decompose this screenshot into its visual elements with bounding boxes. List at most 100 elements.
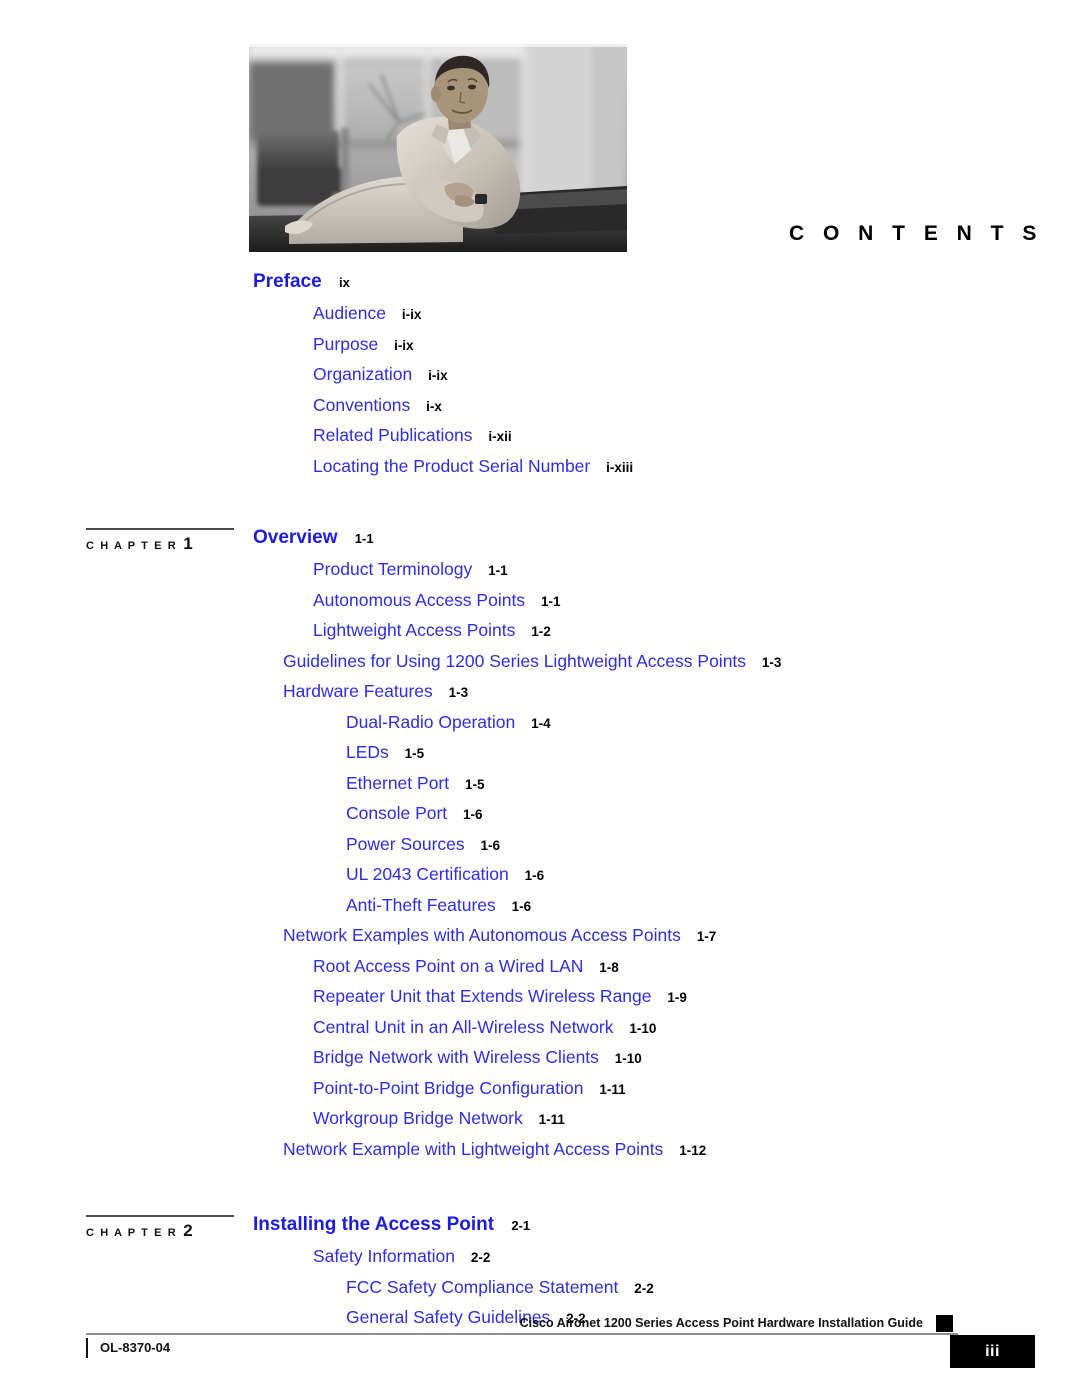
toc-entry-label: Central Unit in an All-Wireless Network	[313, 1016, 614, 1037]
toc-entry-repeater-unit[interactable]: Repeater Unit that Extends Wireless Rang…	[0, 986, 1080, 1006]
toc-entry-ethernet-port[interactable]: Ethernet Port 1-5	[0, 774, 1080, 793]
toc-entry-locating-serial-number[interactable]: Locating the Product Serial Number i-xii…	[0, 457, 1080, 476]
toc-entry-label: Organization	[313, 364, 413, 384]
footer-page-number: iii	[950, 1335, 1035, 1368]
toc-entry-page: 2-1	[511, 1218, 531, 1233]
toc-entry-label: Installing the Access Point	[253, 1214, 495, 1235]
toc-entry-label: Preface	[253, 271, 322, 292]
toc-entry-page: 1-9	[667, 990, 687, 1005]
toc-entry-page: 1-10	[614, 1051, 642, 1066]
toc-entry-page: i-ix	[394, 337, 414, 353]
toc-entry-anti-theft-features[interactable]: Anti-Theft Features 1-6	[0, 894, 1080, 915]
toc-entry-page: i-ix	[401, 307, 422, 322]
toc-entry-page: 1-3	[761, 654, 782, 670]
toc-entry-dual-radio-operation[interactable]: Dual-Radio Operation 1-4	[0, 711, 1080, 732]
toc-entry-conventions[interactable]: Conventions i-x	[0, 394, 1080, 415]
toc-entry-label: Product Terminology	[313, 559, 473, 579]
toc-entry-label: Network Examples with Autonomous Access …	[283, 925, 681, 945]
toc-entry-label: Lightweight Access Points	[313, 620, 516, 640]
toc-entry-network-examples-autonomous[interactable]: Network Examples with Autonomous Access …	[0, 925, 1080, 945]
toc-entry-page: i-x	[426, 398, 442, 414]
toc-entry-product-terminology[interactable]: Product Terminology 1-1	[0, 559, 1080, 579]
toc-entry-label: Repeater Unit that Extends Wireless Rang…	[313, 986, 652, 1006]
toc-entry-label: Anti-Theft Features	[346, 894, 496, 915]
toc-entry-page: 1-3	[448, 685, 469, 700]
toc-entry-page: 1-12	[679, 1142, 707, 1158]
toc-entry-root-access-point[interactable]: Root Access Point on a Wired LAN 1-8	[0, 955, 1080, 976]
toc-entry-ul-2043-certification[interactable]: UL 2043 Certification 1-6	[0, 864, 1080, 884]
toc-section-preface: Preface ix Audience i-ix Purpose i-ix Or…	[0, 272, 1080, 475]
toc-entry-label: Audience	[313, 303, 386, 323]
toc-entry-label: Safety Information	[313, 1246, 456, 1266]
toc-entry-console-port[interactable]: Console Port 1-6	[0, 803, 1080, 823]
hero-photo	[249, 44, 627, 252]
toc-entry-point-to-point-bridge[interactable]: Point-to-Point Bridge Configuration 1-11	[0, 1077, 1080, 1098]
toc-entry-page: 1-10	[629, 1020, 657, 1036]
toc-entry-label: LEDs	[346, 742, 389, 762]
toc-entry-page: 1-1	[488, 563, 508, 578]
page-title: C O N T E N T S	[789, 222, 1043, 245]
toc-entry-label: Root Access Point on a Wired LAN	[313, 955, 584, 976]
toc-entry-bridge-network-wireless-clients[interactable]: Bridge Network with Wireless Clients 1-1…	[0, 1047, 1080, 1067]
toc-entry-autonomous-access-points[interactable]: Autonomous Access Points 1-1	[0, 589, 1080, 610]
toc-entry-page: 1-11	[538, 1112, 565, 1127]
toc-entry-label: Bridge Network with Wireless Clients	[313, 1047, 599, 1067]
toc-entry-label: Hardware Features	[283, 681, 433, 701]
toc-entry-purpose[interactable]: Purpose i-ix	[0, 333, 1080, 354]
toc-entry-fcc-safety-compliance[interactable]: FCC Safety Compliance Statement 2-2	[0, 1276, 1080, 1297]
toc-entry-preface[interactable]: Preface ix	[0, 272, 1080, 291]
toc-entry-page: 1-2	[531, 624, 551, 639]
toc-entry-page: i-xiii	[606, 459, 634, 475]
footer-square-mark	[936, 1315, 953, 1332]
toc-entry-label: Power Sources	[346, 833, 465, 854]
toc-entry-related-publications[interactable]: Related Publications i-xii	[0, 426, 1080, 445]
toc-entry-page: 1-1	[354, 531, 374, 546]
toc-entry-installing-access-point[interactable]: Installing the Access Point 2-1	[0, 1215, 1080, 1234]
toc-entry-page: 1-5	[465, 776, 485, 792]
toc-entry-label: FCC Safety Compliance Statement	[346, 1276, 619, 1297]
toc-entry-safety-information[interactable]: Safety Information 2-2	[0, 1246, 1080, 1266]
toc-entry-guidelines-lightweight[interactable]: Guidelines for Using 1200 Series Lightwe…	[0, 652, 1080, 671]
toc-entry-label: UL 2043 Certification	[346, 864, 509, 884]
toc-entry-workgroup-bridge-network[interactable]: Workgroup Bridge Network 1-11	[0, 1109, 1080, 1128]
toc-entry-network-example-lightweight[interactable]: Network Example with Lightweight Access …	[0, 1138, 1080, 1159]
toc-entry-lightweight-access-points[interactable]: Lightweight Access Points 1-2	[0, 620, 1080, 640]
toc-entry-page: 1-5	[404, 746, 425, 761]
toc-entry-label: Autonomous Access Points	[313, 589, 526, 610]
toc-entry-page: 1-1	[540, 593, 561, 609]
toc-entry-page: 2-2	[634, 1280, 654, 1296]
table-of-contents: Preface ix Audience i-ix Purpose i-ix Or…	[0, 272, 1080, 1340]
toc-section-chapter-1: C H A P T E R1 Overview 1-1 Product Term…	[0, 528, 1080, 1158]
toc-entry-label: Console Port	[346, 803, 448, 823]
toc-entry-overview[interactable]: Overview 1-1	[0, 528, 1080, 547]
toc-entry-page: i-xii	[488, 429, 512, 444]
toc-entry-power-sources[interactable]: Power Sources 1-6	[0, 833, 1080, 854]
toc-entry-hardware-features[interactable]: Hardware Features 1-3	[0, 681, 1080, 701]
toc-entry-page: ix	[338, 275, 350, 290]
toc-entry-label: Purpose	[313, 333, 379, 354]
toc-entry-label: Overview	[253, 527, 338, 548]
footer-document-id: OL-8370-04	[100, 1340, 171, 1355]
toc-entry-page: 1-8	[599, 959, 619, 975]
toc-entry-audience[interactable]: Audience i-ix	[0, 303, 1080, 323]
toc-entry-label: Point-to-Point Bridge Configuration	[313, 1077, 584, 1098]
toc-entry-organization[interactable]: Organization i-ix	[0, 364, 1080, 384]
toc-entry-label: Conventions	[313, 394, 411, 415]
footer-rule	[86, 1333, 958, 1335]
toc-entry-page: i-ix	[428, 368, 448, 383]
toc-entry-page: 1-11	[599, 1081, 626, 1097]
footer-guide-title: Cisco Aironet 1200 Series Access Point H…	[519, 1316, 923, 1330]
toc-entry-page: 1-4	[531, 715, 551, 731]
toc-entry-page: 1-6	[524, 868, 545, 883]
toc-entry-label: Dual-Radio Operation	[346, 711, 516, 732]
page-footer: Cisco Aironet 1200 Series Access Point H…	[0, 1306, 1080, 1376]
toc-entry-central-unit[interactable]: Central Unit in an All-Wireless Network …	[0, 1016, 1080, 1037]
toc-entry-label: Network Example with Lightweight Access …	[283, 1138, 664, 1159]
toc-entry-leds[interactable]: LEDs 1-5	[0, 742, 1080, 762]
toc-entry-page: 1-6	[511, 898, 532, 914]
toc-entry-page: 1-6	[463, 807, 483, 822]
toc-entry-page: 1-7	[696, 929, 717, 944]
footer-tick-mark	[86, 1338, 88, 1358]
